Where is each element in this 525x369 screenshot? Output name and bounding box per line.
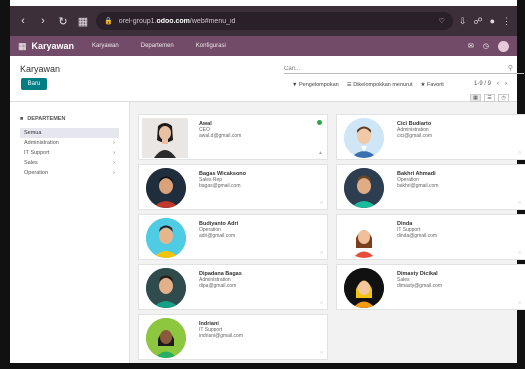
sidebar-item-it-support[interactable]: IT Support ›	[20, 148, 119, 158]
avatar[interactable]	[498, 40, 509, 52]
sidebar-item-all[interactable]: Semua	[20, 128, 119, 138]
employee-email: dimasty@gmail.com	[397, 283, 443, 289]
sidebar-item-operation[interactable]: Operation ›	[20, 168, 119, 178]
department-sidebar: ■ DEPARTEMEN Semua Administration › IT Su…	[10, 102, 130, 363]
breadcrumb: Karyawan	[20, 64, 61, 74]
employee-card[interactable]: Budiyanto Adri Operation adri@gmail.com …	[138, 214, 328, 260]
search-input[interactable]	[284, 64, 524, 74]
employee-email: dipa@gmail.com	[199, 283, 237, 289]
control-panel: Karyawan Baru ⚲ ▼ Pengelompokan ☰ Dikelo…	[10, 56, 524, 102]
photo-border-left	[0, 0, 10, 369]
filter-bar: ▼ Pengelompokan ☰ Dikelompokkan menurut …	[292, 82, 444, 88]
employee-photo	[146, 218, 186, 258]
shield-icon[interactable]: ☍	[473, 16, 482, 27]
employee-card[interactable]: Dimasty Dicikal Sales dimasty@gmail.com …	[336, 264, 525, 310]
employee-email: dinda@gmail.com	[397, 233, 438, 239]
employee-card[interactable]: Dipadana Bagas Administration dipa@gmail…	[138, 264, 328, 310]
employee-photo	[142, 118, 188, 158]
activity-icon[interactable]: ○	[518, 150, 521, 156]
sidebar-item-sales[interactable]: Sales ›	[20, 158, 119, 168]
url-text: orel-group1.odoo.com/web#menu_id	[118, 17, 236, 25]
search-icon[interactable]: ⚲	[508, 64, 513, 72]
chevron-right-icon: ›	[113, 160, 115, 166]
filter-button[interactable]: ▼ Pengelompokan	[292, 82, 339, 88]
odoo-navbar: ▦ Karyawan Karyawan Departemen Konfigura…	[10, 36, 517, 56]
activity-icon[interactable]: ○	[518, 300, 521, 306]
users-icon: ■	[20, 116, 24, 122]
employee-photo	[146, 168, 186, 208]
pager-prev-icon[interactable]: ‹	[497, 81, 499, 87]
download-icon[interactable]: ⇩	[459, 16, 467, 27]
menu-departemen[interactable]: Departemen	[141, 43, 174, 49]
employee-email: bakhri@gmail.com	[397, 183, 439, 189]
photo-border-bottom	[0, 363, 525, 369]
activity-icon[interactable]: ○	[320, 350, 323, 356]
reload-icon[interactable]: ↻	[56, 15, 70, 28]
employee-card[interactable]: Cici Budiarto Administration cici@gmail.…	[336, 114, 525, 160]
chevron-right-icon: ›	[113, 140, 115, 146]
employee-photo	[344, 218, 384, 258]
activity-icon[interactable]: ○	[518, 200, 521, 206]
chat-icon[interactable]: ✉	[468, 42, 474, 50]
employee-email: adri@gmail.com	[199, 233, 236, 239]
sidebar-item-administration[interactable]: Administration ›	[20, 138, 119, 148]
sidebar-title: ■ DEPARTEMEN	[20, 116, 66, 122]
new-button[interactable]: Baru	[21, 78, 47, 90]
employee-email: cici@gmail.com	[397, 133, 433, 139]
activity-icon[interactable]: ○	[320, 250, 323, 256]
user-icon[interactable]: ●	[490, 16, 495, 27]
employee-email: bagas@gmail.com	[199, 183, 241, 189]
employee-photo	[344, 268, 384, 308]
chevron-right-icon: ›	[113, 150, 115, 156]
chevron-right-icon: ›	[113, 170, 115, 176]
activity-icon[interactable]: ○	[320, 300, 323, 306]
forward-icon[interactable]: ›	[36, 15, 50, 27]
app-title[interactable]: Karyawan	[32, 41, 75, 51]
employee-photo	[344, 118, 384, 158]
menu-icon[interactable]: ⋮	[502, 16, 511, 27]
employee-card[interactable]: Indriani IT Support indriani@gmail.com ○	[138, 314, 328, 360]
bookmark-icon[interactable]: ♡	[439, 17, 445, 25]
employee-email: awal.d@gmail.com	[199, 133, 242, 139]
activity-view-icon[interactable]: ◷	[498, 94, 509, 102]
list-view-icon[interactable]: ☰	[484, 94, 495, 102]
activity-icon[interactable]: ▲	[318, 150, 323, 156]
kanban-view-icon[interactable]: ▦	[470, 94, 481, 102]
employee-card[interactable]: Awal CEO awal.d@gmail.com ▲	[138, 114, 328, 160]
pager-value[interactable]: 1-9 / 9	[474, 81, 491, 87]
employee-card[interactable]: Dinda IT Support dinda@gmail.com ○	[336, 214, 525, 260]
view-switcher: ▦ ☰ ◷	[470, 94, 509, 102]
pager-next-icon[interactable]: ›	[505, 81, 507, 87]
presence-status-icon	[317, 120, 322, 125]
activity-icon[interactable]: ○	[320, 200, 323, 206]
employee-photo	[344, 168, 384, 208]
employee-kanban: Awal CEO awal.d@gmail.com ▲ Cici Budiart…	[130, 102, 525, 363]
employee-photo	[146, 268, 186, 308]
tabs-icon[interactable]: ▦	[76, 15, 90, 28]
employee-email: indriani@gmail.com	[199, 333, 243, 339]
lock-icon: 🔒	[104, 18, 113, 25]
browser-extension-icons: ⇩ ☍ ● ⋮	[459, 16, 511, 27]
browser-toolbar: ‹ › ↻ ▦ 🔒 orel-group1.odoo.com/web#menu_…	[10, 6, 517, 36]
employee-card[interactable]: Bakhri Ahmadi Operation bakhri@gmail.com…	[336, 164, 525, 210]
favorites-button[interactable]: ★ Favorit	[421, 82, 444, 88]
pager: 1-9 / 9 ‹ ›	[474, 81, 507, 87]
apps-grid-icon[interactable]: ▦	[18, 41, 27, 52]
navbar-right: ✉ ◷	[468, 40, 509, 52]
employee-card[interactable]: Bagas Wicaksono Sales Rep bagas@gmail.co…	[138, 164, 328, 210]
menu-karyawan[interactable]: Karyawan	[92, 43, 119, 49]
employee-photo	[146, 318, 186, 358]
group-by-button[interactable]: ☰ Dikelompokkan menurut	[347, 82, 413, 88]
clock-icon[interactable]: ◷	[483, 42, 489, 50]
menu-konfigurasi[interactable]: Konfigurasi	[196, 43, 226, 49]
back-icon[interactable]: ‹	[16, 15, 30, 27]
activity-icon[interactable]: ○	[518, 250, 521, 256]
address-bar[interactable]: 🔒 orel-group1.odoo.com/web#menu_id ♡	[96, 12, 453, 30]
